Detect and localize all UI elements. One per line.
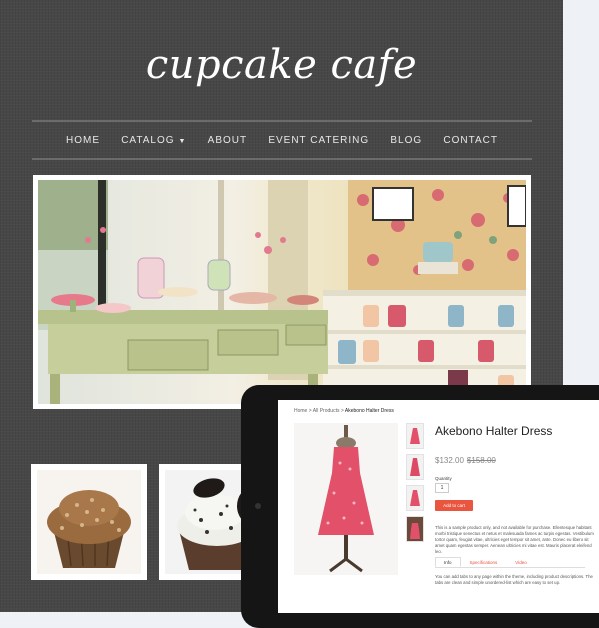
tablet-camera [255,503,261,509]
quantity-input[interactable]: 1 [435,483,449,493]
tab-content: You can add tabs to any page within the … [435,574,593,585]
bakery-illustration [38,180,526,404]
quantity-label: Quantity [435,476,452,481]
breadcrumb-separator: > [340,408,344,414]
tab-specifications[interactable]: Specifications [461,557,507,567]
breadcrumb: Home > All Products > Akebono Halter Dre… [294,408,394,414]
product-card-1[interactable] [31,464,147,580]
breadcrumb-home[interactable]: Home [294,408,307,414]
nav-home[interactable]: HOME [66,135,100,146]
price-current: $132.00 [435,456,464,465]
product-price: $132.00 $158.00 [435,456,496,465]
product-description: This is a sample product only, and not a… [435,525,594,554]
nav-event-catering[interactable]: EVENT CATERING [268,135,369,146]
product-thumbnail[interactable] [406,516,424,542]
product-thumbnail[interactable] [406,485,424,511]
dress-thumb-icon [410,523,420,539]
product-title: Akebono Halter Dress [435,424,553,438]
add-to-cart-button[interactable]: Add to cart [435,500,473,511]
nav-about[interactable]: ABOUT [208,135,247,146]
bakery-interior-photo [38,180,526,404]
product-thumbnail[interactable] [406,454,424,480]
dress-thumb-icon [410,428,420,444]
product-main-image[interactable] [294,423,398,575]
breadcrumb-current: Akebono Halter Dress [344,408,394,414]
main-nav: HOME CATALOG ▼ ABOUT EVENT CATERING BLOG … [32,120,532,160]
breadcrumb-separator: > [308,408,312,414]
product-tabs: Info Specifications Video [435,557,585,568]
tab-info[interactable]: Info [435,557,461,567]
dress-on-form-illustration [294,423,398,575]
pecan-cupcake-photo [37,470,141,574]
caret-down-icon: ▼ [178,137,187,145]
dress-thumb-icon [410,490,420,506]
nav-blog[interactable]: BLOG [390,135,422,146]
product-thumbnail[interactable] [406,423,424,449]
site-logo[interactable]: cupcake cafe [0,42,563,88]
tablet-device: Home > All Products > Akebono Halter Dre… [241,385,599,628]
nav-catalog-label: CATALOG [121,134,175,146]
tab-video[interactable]: Video [506,557,535,567]
pecan-cupcake-illustration [37,470,141,574]
price-original: $158.00 [466,456,496,465]
dress-thumb-icon [410,458,420,476]
hero-banner [33,175,531,409]
breadcrumb-all-products[interactable]: All Products [313,408,340,414]
nav-contact[interactable]: CONTACT [443,135,498,146]
nav-catalog[interactable]: CATALOG ▼ [121,135,186,146]
tablet-screen: Home > All Products > Akebono Halter Dre… [278,400,599,613]
